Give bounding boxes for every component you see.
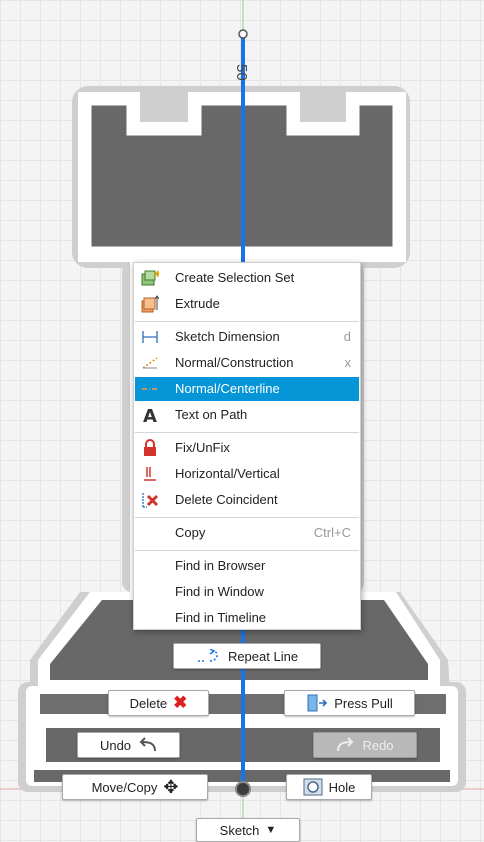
menu-item-fix-unfix[interactable]: Fix/UnFix <box>135 436 359 460</box>
delete-coincident-icon <box>141 491 159 509</box>
sketch-dropdown-button[interactable]: Sketch ▼ <box>196 818 300 842</box>
lock-icon <box>141 439 159 457</box>
menu-separator <box>135 321 359 322</box>
sketch-dimension-icon <box>141 328 159 346</box>
dimension-value[interactable]: 50 <box>233 64 250 81</box>
menu-item-delete-coincident[interactable]: Delete Coincident <box>135 488 359 512</box>
repeat-line-icon <box>196 649 222 663</box>
redo-button: Redo <box>313 732 417 758</box>
context-menu[interactable]: ✱ Create Selection Set Extrude Sketch Dimen… <box>133 262 361 630</box>
undo-label: Undo <box>99 737 132 753</box>
press-pull-button[interactable]: Press Pull <box>284 690 415 716</box>
undo-button[interactable]: Undo <box>77 732 180 758</box>
menu-item-label: Horizontal/Vertical <box>175 466 280 481</box>
extrude-icon <box>141 295 160 313</box>
menu-item-normal-centerline[interactable]: Normal/Centerline <box>135 377 359 401</box>
delete-button[interactable]: Delete ✖ <box>108 690 209 716</box>
dropdown-arrow-icon: ▼ <box>265 824 277 836</box>
undo-arrow-icon <box>137 737 157 753</box>
menu-item-label: Find in Browser <box>175 558 266 573</box>
menu-item-create-selection-set[interactable]: ✱ Create Selection Set <box>135 266 359 290</box>
svg-text:A: A <box>143 406 157 424</box>
hole-icon <box>303 778 323 796</box>
menu-separator <box>135 432 359 433</box>
press-pull-icon <box>306 693 328 713</box>
menu-item-horizontal-vertical[interactable]: Horizontal/Vertical <box>135 462 359 486</box>
construction-icon <box>141 354 159 372</box>
text-on-path-icon: A <box>141 406 159 427</box>
menu-item-copy[interactable]: Copy Ctrl+C <box>135 521 359 545</box>
menu-item-extrude[interactable]: Extrude <box>135 292 359 316</box>
red-x-icon: ✖ <box>173 693 188 712</box>
repeat-line-button[interactable]: Repeat Line <box>173 643 321 669</box>
menu-item-label: Fix/UnFix <box>175 440 230 455</box>
menu-item-text-on-path[interactable]: A Text on Path <box>135 403 359 427</box>
selection-set-icon: ✱ <box>141 269 162 287</box>
menu-item-find-in-browser[interactable]: Find in Browser <box>135 554 359 578</box>
press-pull-label: Press Pull <box>334 695 393 711</box>
redo-label: Redo <box>362 737 394 753</box>
delete-label: Delete <box>129 695 168 711</box>
line-endpoint-top[interactable] <box>238 29 248 39</box>
move-copy-label: Move/Copy <box>91 779 158 795</box>
horizontal-vertical-icon <box>141 465 159 483</box>
origin-point[interactable] <box>235 781 251 797</box>
menu-item-label: Find in Window <box>175 584 264 599</box>
move-arrows-icon: ✥ <box>163 776 179 797</box>
menu-item-label: Copy <box>175 525 206 540</box>
menu-item-label: Extrude <box>175 296 220 311</box>
sketch-label: Sketch <box>219 822 260 838</box>
menu-item-label: Normal/Construction <box>175 355 294 370</box>
centerline-icon <box>141 380 159 398</box>
redo-arrow-icon <box>336 737 356 753</box>
menu-item-label: Create Selection Set <box>175 270 295 285</box>
menu-item-label: Sketch Dimension <box>175 329 280 344</box>
menu-item-find-in-window[interactable]: Find in Window <box>135 580 359 604</box>
menu-item-shortcut: x <box>344 355 352 370</box>
menu-item-label: Find in Timeline <box>175 610 267 625</box>
hole-button[interactable]: Hole <box>286 774 372 800</box>
menu-item-shortcut: d <box>343 329 351 344</box>
repeat-line-label: Repeat Line <box>227 648 299 664</box>
menu-item-normal-construction[interactable]: Normal/Construction x <box>135 351 359 375</box>
menu-item-shortcut: Ctrl+C <box>313 525 351 540</box>
move-copy-button[interactable]: Move/Copy ✥ <box>62 774 208 800</box>
menu-separator <box>135 517 359 518</box>
menu-item-label: Normal/Centerline <box>175 381 280 396</box>
menu-item-find-in-timeline[interactable]: Find in Timeline <box>135 606 359 630</box>
svg-text:✱: ✱ <box>154 270 159 280</box>
menu-item-label: Text on Path <box>175 407 248 422</box>
menu-item-sketch-dimension[interactable]: Sketch Dimension d <box>135 325 359 349</box>
menu-item-label: Delete Coincident <box>175 492 278 507</box>
menu-separator <box>135 550 359 551</box>
hole-label: Hole <box>328 779 356 795</box>
